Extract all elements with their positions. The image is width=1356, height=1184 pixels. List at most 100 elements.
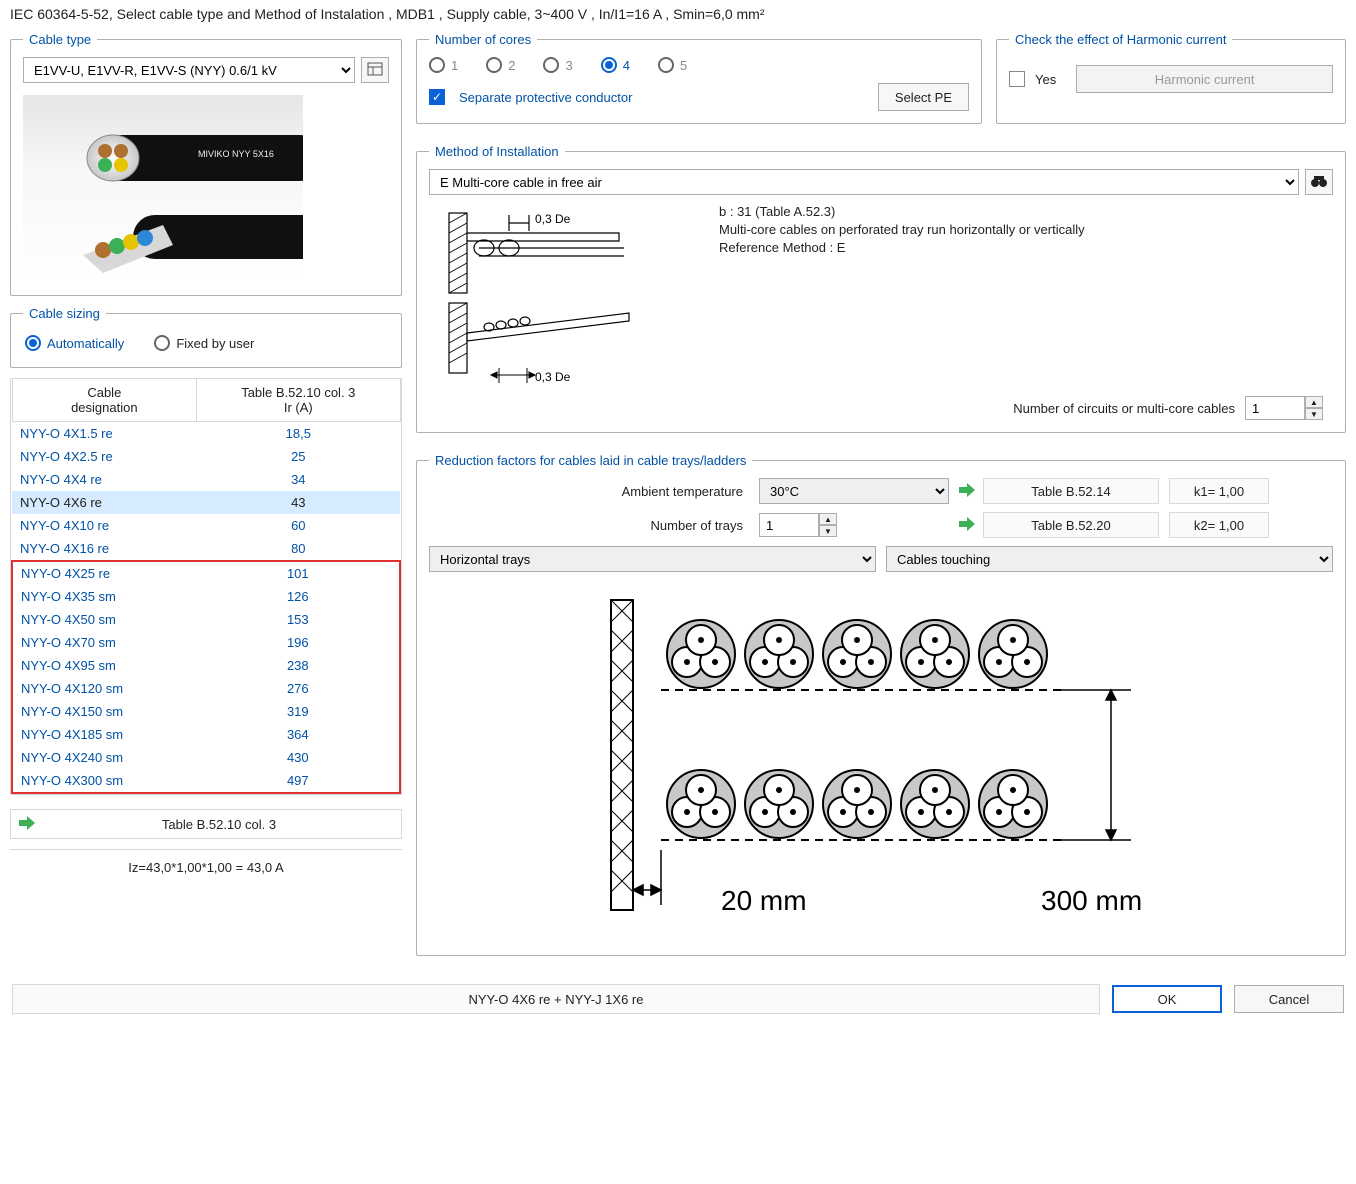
table-row[interactable]: NYY-O 4X70 sm196 [12, 631, 400, 654]
cable-type-select[interactable]: E1VV-U, E1VV-R, E1VV-S (NYY) 0.6/1 kV [23, 57, 355, 83]
circuits-label: Number of circuits or multi-core cables [1013, 401, 1235, 416]
table-row[interactable]: NYY-O 4X150 sm319 [12, 700, 400, 723]
radio-icon [601, 57, 617, 73]
cell-ir: 319 [197, 700, 400, 723]
svg-text:0,3 De: 0,3 De [535, 212, 571, 226]
tray-orientation-select[interactable]: Horizontal trays [429, 546, 876, 572]
cell-ir: 497 [197, 769, 400, 793]
spin-down-icon[interactable]: ▼ [819, 525, 837, 537]
cell-ir: 101 [197, 561, 400, 585]
table-row[interactable]: NYY-O 4X16 re80 [12, 537, 400, 561]
radio-icon [543, 57, 559, 73]
cores-option-3[interactable]: 3 [543, 57, 572, 73]
circuits-spinner[interactable]: ▲ ▼ [1245, 396, 1323, 420]
k2-value: k2= 1,00 [1169, 512, 1269, 538]
table-row[interactable]: NYY-O 4X1.5 re18,5 [12, 422, 400, 446]
cores-option-label: 5 [680, 58, 687, 73]
separate-pe-checkbox[interactable]: ✓ [429, 89, 445, 105]
cell-designation: NYY-O 4X1.5 re [12, 422, 197, 446]
table-row[interactable]: NYY-O 4X6 re43 [12, 491, 400, 514]
circuits-input[interactable] [1245, 396, 1305, 420]
cores-legend: Number of cores [429, 32, 537, 47]
spin-up-icon[interactable]: ▲ [1305, 396, 1323, 408]
cell-ir: 364 [197, 723, 400, 746]
cell-designation: NYY-O 4X120 sm [12, 677, 197, 700]
radio-icon [25, 335, 41, 351]
result-cable: NYY-O 4X6 re + NYY-J 1X6 re [12, 984, 1100, 1014]
cell-designation: NYY-O 4X35 sm [12, 585, 197, 608]
cable-preview-image: MIVIKO NYY 5X16 [23, 95, 303, 283]
cables-touching-select[interactable]: Cables touching [886, 546, 1333, 572]
cores-option-4[interactable]: 4 [601, 57, 630, 73]
cores-option-label: 2 [508, 58, 515, 73]
table-row[interactable]: NYY-O 4X35 sm126 [12, 585, 400, 608]
table-b5214-button[interactable]: Table B.52.14 [983, 478, 1159, 504]
cell-designation: NYY-O 4X50 sm [12, 608, 197, 631]
cancel-button[interactable]: Cancel [1234, 985, 1344, 1013]
cable-library-button[interactable] [361, 57, 389, 83]
sizing-mode-fixed[interactable]: Fixed by user [154, 335, 254, 351]
svg-text:0,3 De: 0,3 De [535, 370, 571, 384]
table-row[interactable]: NYY-O 4X120 sm276 [12, 677, 400, 700]
cable-sizing-legend: Cable sizing [23, 306, 106, 321]
select-pe-button[interactable]: Select PE [878, 83, 969, 111]
harmonic-yes-checkbox[interactable]: ✓ [1009, 71, 1025, 87]
cores-option-5[interactable]: 5 [658, 57, 687, 73]
spin-up-icon[interactable]: ▲ [819, 513, 837, 525]
table-row[interactable]: NYY-O 4X50 sm153 [12, 608, 400, 631]
trays-label: Number of trays [429, 518, 749, 533]
cell-designation: NYY-O 4X70 sm [12, 631, 197, 654]
method-description: b : 31 (Table A.52.3) Multi-core cables … [719, 203, 1085, 258]
table-row[interactable]: NYY-O 4X185 sm364 [12, 723, 400, 746]
cell-designation: NYY-O 4X240 sm [12, 746, 197, 769]
cell-designation: NYY-O 4X95 sm [12, 654, 197, 677]
cores-option-2[interactable]: 2 [486, 57, 515, 73]
spin-down-icon[interactable]: ▼ [1305, 408, 1323, 420]
cell-ir: 18,5 [197, 422, 400, 446]
table-row[interactable]: NYY-O 4X95 sm238 [12, 654, 400, 677]
cable-type-legend: Cable type [23, 32, 97, 47]
cores-option-1[interactable]: 1 [429, 57, 458, 73]
ambient-select[interactable]: 30°C [759, 478, 949, 504]
binoculars-icon [1311, 174, 1327, 191]
sizing-mode-auto[interactable]: Automatically [25, 335, 124, 351]
radio-icon [154, 335, 170, 351]
library-icon [367, 61, 383, 80]
harmonic-legend: Check the effect of Harmonic current [1009, 32, 1232, 47]
page-title: IEC 60364-5-52, Select cable type and Me… [0, 0, 1356, 32]
cell-designation: NYY-O 4X2.5 re [12, 445, 197, 468]
table-row[interactable]: NYY-O 4X240 sm430 [12, 746, 400, 769]
svg-text:300 mm: 300 mm [1041, 885, 1142, 916]
cell-ir: 80 [197, 537, 400, 561]
radio-icon [658, 57, 674, 73]
separate-pe-label: Separate protective conductor [459, 90, 632, 105]
table-row[interactable]: NYY-O 4X25 re101 [12, 561, 400, 585]
table-row[interactable]: NYY-O 4X4 re34 [12, 468, 400, 491]
tray-diagram: 300 mm 20 mm [429, 580, 1333, 943]
table-row[interactable]: NYY-O 4X10 re60 [12, 514, 400, 537]
cell-designation: NYY-O 4X185 sm [12, 723, 197, 746]
table-b5220-button[interactable]: Table B.52.20 [983, 512, 1159, 538]
method-search-button[interactable] [1305, 169, 1333, 195]
method-select[interactable]: E Multi-core cable in free air [429, 169, 1299, 195]
sizing-mode-fixed-label: Fixed by user [176, 336, 254, 351]
iz-result: Iz=43,0*1,00*1,00 = 43,0 A [10, 849, 402, 879]
table-row[interactable]: NYY-O 4X300 sm497 [12, 769, 400, 793]
cell-ir: 153 [197, 608, 400, 631]
cable-table[interactable]: Cable designation Table B.52.10 col. 3 I… [11, 378, 401, 794]
cell-designation: NYY-O 4X10 re [12, 514, 197, 537]
method-legend: Method of Installation [429, 144, 565, 159]
reduction-legend: Reduction factors for cables laid in cab… [429, 453, 752, 468]
table-row[interactable]: NYY-O 4X2.5 re25 [12, 445, 400, 468]
trays-spinner[interactable]: ▲ ▼ [759, 513, 949, 537]
ok-button[interactable]: OK [1112, 985, 1222, 1013]
table-ref-label: Table B.52.10 col. 3 [45, 817, 393, 832]
k1-value: k1= 1,00 [1169, 478, 1269, 504]
cell-ir: 196 [197, 631, 400, 654]
cores-option-label: 3 [565, 58, 572, 73]
radio-icon [429, 57, 445, 73]
trays-input[interactable] [759, 513, 819, 537]
cores-group: Number of cores 1 2 3 4 5 ✓ Separate protect… [416, 32, 982, 124]
harmonic-group: Check the effect of Harmonic current ✓ Y… [996, 32, 1346, 124]
cell-designation: NYY-O 4X4 re [12, 468, 197, 491]
